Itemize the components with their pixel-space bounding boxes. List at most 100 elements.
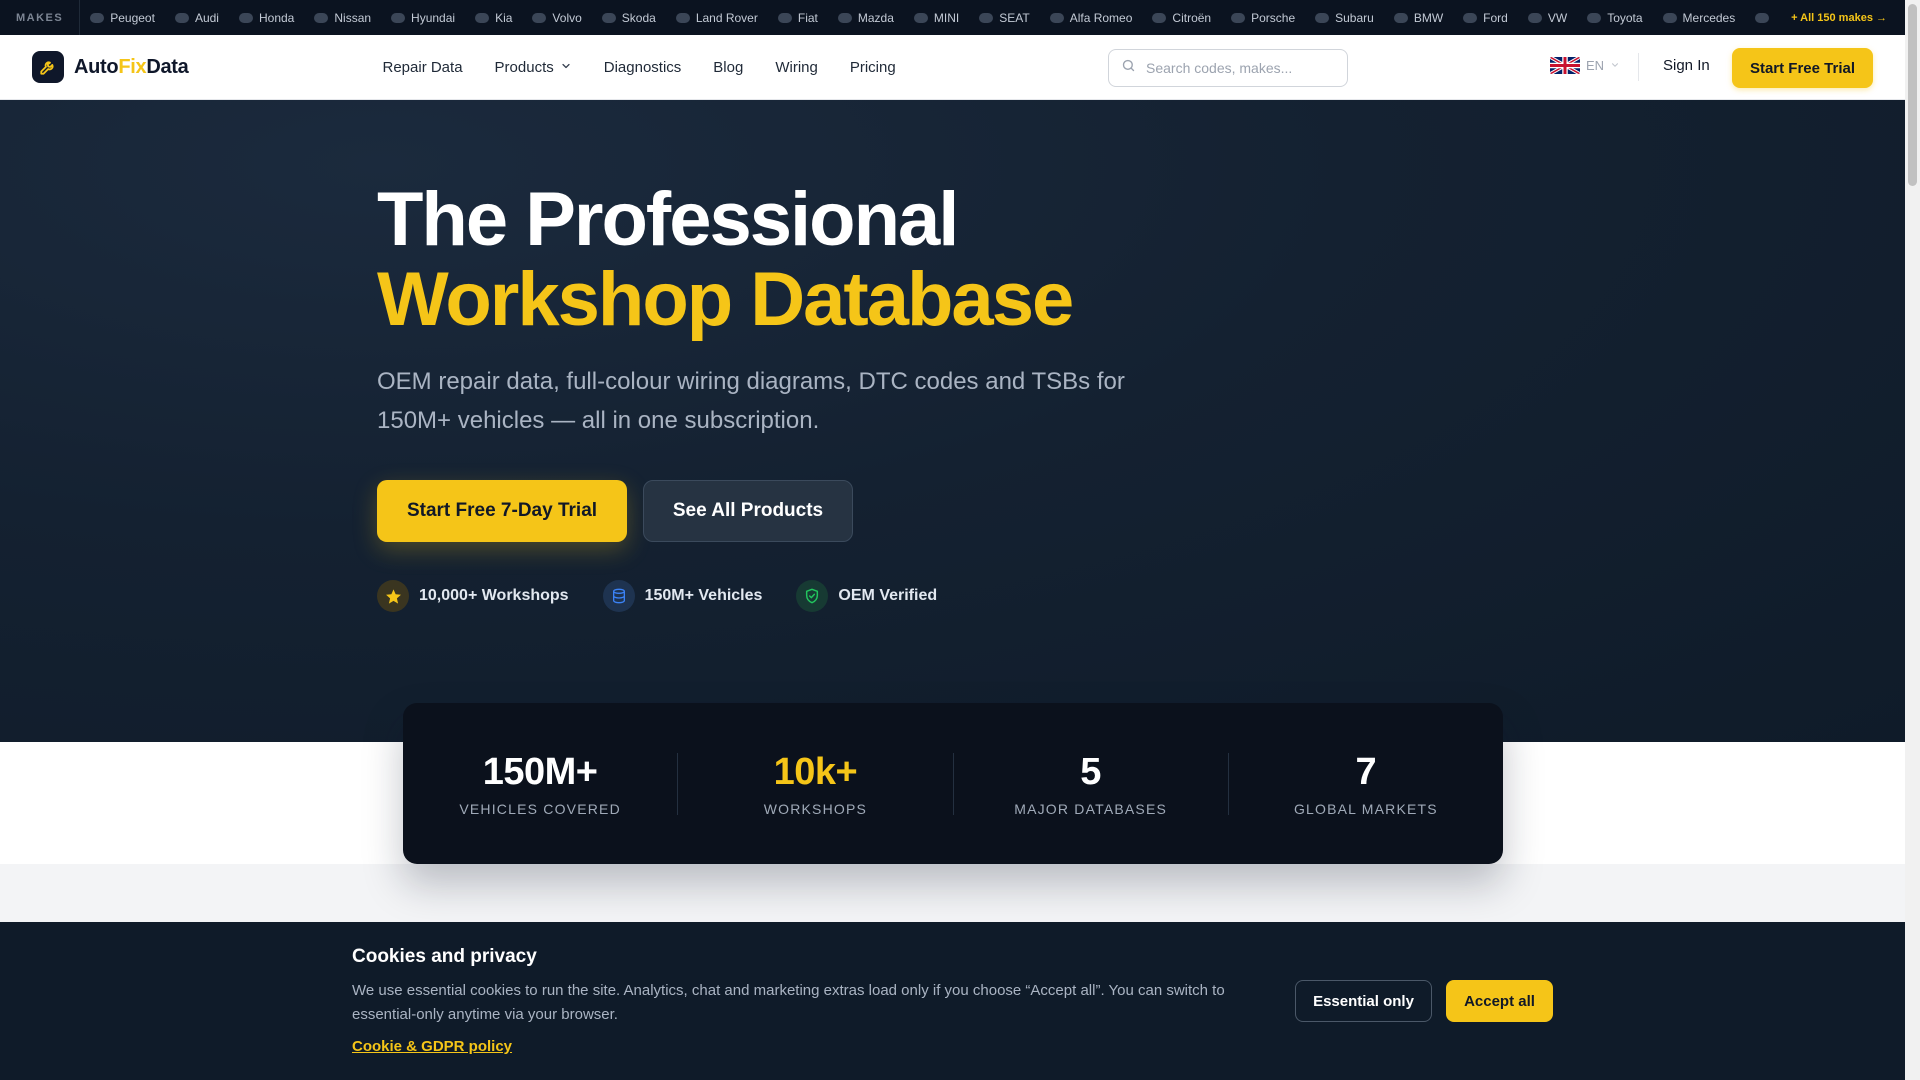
ticker-make-item[interactable]: Skoda — [601, 11, 656, 25]
ticker-make-item[interactable]: Nissan — [314, 11, 371, 25]
stat-value: 10k+ — [773, 750, 858, 793]
stat-label: GLOBAL MARKETS — [1293, 800, 1438, 817]
make-logo-icon — [601, 12, 616, 23]
ticker-make-item[interactable]: Audi — [174, 10, 219, 25]
ticker-make-label: SEAT — [999, 10, 1030, 25]
ticker-make-item[interactable]: Ford — [1463, 11, 1508, 25]
make-logo-icon — [1463, 12, 1478, 23]
ticker-make-label: Subaru — [1335, 10, 1374, 25]
ticker-make-label: Toyota — [1607, 10, 1643, 25]
accept-all-button[interactable]: Accept all — [1446, 980, 1553, 1022]
brand-name: AutoFixData — [74, 55, 189, 78]
brand-logo[interactable]: AutoFixData — [32, 51, 189, 83]
stat-label: VEHICLES COVERED — [459, 800, 621, 817]
ticker-make-item[interactable]: VW — [1527, 11, 1567, 25]
ticker-track: Peugeot Audi Honda Nissan Hyundai Kia Volvo Sko… — [80, 11, 1773, 25]
ticker-make-item[interactable]: Mercedes — [1662, 11, 1735, 25]
ticker-make-label: Citroën — [1172, 10, 1212, 25]
ticker-make-item[interactable]: Mazda — [837, 11, 894, 25]
hero-title: The Professional Workshop Database — [377, 177, 1074, 340]
nav-link-repair-data[interactable]: Repair Data — [383, 59, 463, 76]
ticker-make-item[interactable]: Fiat — [777, 10, 818, 25]
all-makes-link[interactable]: + All 150 makes → — [1773, 12, 1905, 24]
ticker-make-label: Audi — [194, 10, 219, 25]
ticker-make-item[interactable]: Porsche — [1231, 11, 1295, 25]
stat-markets: 7 GLOBAL MARKETS — [1229, 750, 1503, 817]
see-all-products-button[interactable]: See All Products — [643, 480, 853, 542]
ticker-make-item[interactable]: Toyota — [1587, 10, 1643, 25]
ticker-make-item[interactable]: Hyundai — [391, 11, 455, 25]
make-logo-icon — [174, 12, 189, 23]
ticker-make-item[interactable]: Honda — [238, 11, 294, 25]
badge-workshops-label: 10,000+ Workshops — [419, 587, 569, 604]
badge-vehicles: 150M+ Vehicles — [602, 580, 763, 612]
make-logo-icon — [1393, 12, 1408, 23]
ticker-make-label: MINI — [933, 10, 960, 25]
search-input[interactable] — [1146, 60, 1326, 76]
sign-in-link[interactable]: Sign In — [1663, 57, 1710, 74]
stat-value: 7 — [1355, 750, 1377, 793]
scrollbar-thumb[interactable] — [1908, 4, 1917, 186]
ticker-make-item[interactable]: Kia — [475, 11, 512, 25]
badge-vehicles-label: 150M+ Vehicles — [644, 587, 763, 604]
nav-link-products[interactable]: Products — [495, 59, 572, 76]
make-logo-icon — [238, 12, 253, 23]
nav-link-blog[interactable]: Blog — [713, 59, 743, 76]
makes-ticker: MAKES Peugeot Audi Honda Nissan Hyundai Kia Vo… — [0, 0, 1905, 35]
ticker-make-item[interactable]: Land Rover — [675, 10, 758, 25]
make-logo-icon — [1152, 12, 1167, 23]
ticker-make-item[interactable]: SEAT — [979, 10, 1030, 25]
ticker-make-label: Peugeot — [110, 10, 155, 25]
badge-workshops: 10,000+ Workshops — [377, 580, 569, 612]
stat-workshops: 10k+ WORKSHOPS — [678, 750, 954, 817]
trust-badges: 10,000+ Workshops 150M+ Vehicles OEM Ver… — [377, 580, 937, 612]
uk-flag-icon — [1550, 57, 1580, 74]
make-logo-icon — [1315, 12, 1330, 23]
search-box[interactable] — [1108, 49, 1348, 87]
make-logo-icon — [979, 12, 994, 23]
make-logo-icon — [777, 12, 792, 23]
make-logo-icon — [532, 12, 547, 23]
wrench-icon — [32, 51, 64, 83]
ticker-make-item[interactable]: Subaru — [1315, 11, 1374, 25]
ticker-make-label: Land Rover — [695, 10, 758, 25]
ticker-make-label: Porsche — [1251, 10, 1296, 25]
ticker-make-label: Ford — [1483, 10, 1508, 25]
ticker-make-item[interactable]: Alfa Romeo — [1049, 11, 1132, 25]
make-logo-icon — [913, 12, 928, 23]
ticker-make-item[interactable]: Vauxhall — [1755, 11, 1773, 25]
stat-value: 150M+ — [482, 750, 598, 793]
ticker-make-item[interactable]: MINI — [913, 10, 960, 25]
star-icon — [377, 580, 409, 612]
ticker-make-label: Hyundai — [411, 10, 456, 25]
hero-title-line1: The Professional — [377, 177, 959, 262]
ticker-make-item[interactable]: BMW — [1393, 10, 1444, 25]
ticker-make-label: Fiat — [797, 10, 818, 25]
start-7-day-trial-button[interactable]: Start Free 7-Day Trial — [377, 480, 627, 542]
make-logo-icon — [1662, 12, 1677, 23]
cookie-policy-link[interactable]: Cookie & GDPR policy — [352, 1038, 512, 1055]
chevron-down-icon — [560, 59, 572, 76]
nav-link-wiring[interactable]: Wiring — [775, 59, 818, 76]
nav-link-products-label: Products — [494, 58, 554, 76]
search-icon — [1121, 58, 1136, 78]
stat-databases: 5 MAJOR DATABASES — [954, 751, 1229, 817]
ticker-make-item[interactable]: Volvo — [532, 10, 582, 25]
start-free-trial-button[interactable]: Start Free Trial — [1732, 48, 1873, 88]
nav-link-pricing[interactable]: Pricing — [850, 59, 896, 76]
ticker-make-label: BMW — [1413, 10, 1444, 25]
stat-label: MAJOR DATABASES — [1014, 800, 1168, 817]
ticker-make-label: Volvo — [552, 10, 582, 25]
ticker-make-item[interactable]: Citroën — [1152, 11, 1211, 25]
nav-links: Repair Data Products Diagnostics Blog Wi… — [383, 59, 928, 76]
make-logo-icon — [1755, 12, 1770, 23]
ticker-make-item[interactable]: Peugeot — [90, 11, 155, 25]
essential-only-button[interactable]: Essential only — [1295, 980, 1432, 1022]
database-icon — [602, 580, 635, 612]
language-selector[interactable]: EN — [1550, 57, 1620, 74]
page-scrollbar[interactable] — [1905, 0, 1920, 1080]
make-logo-icon — [1527, 12, 1542, 23]
ticker-make-label: Kia — [495, 10, 513, 25]
make-logo-icon — [475, 12, 490, 23]
nav-link-diagnostics[interactable]: Diagnostics — [604, 59, 682, 76]
